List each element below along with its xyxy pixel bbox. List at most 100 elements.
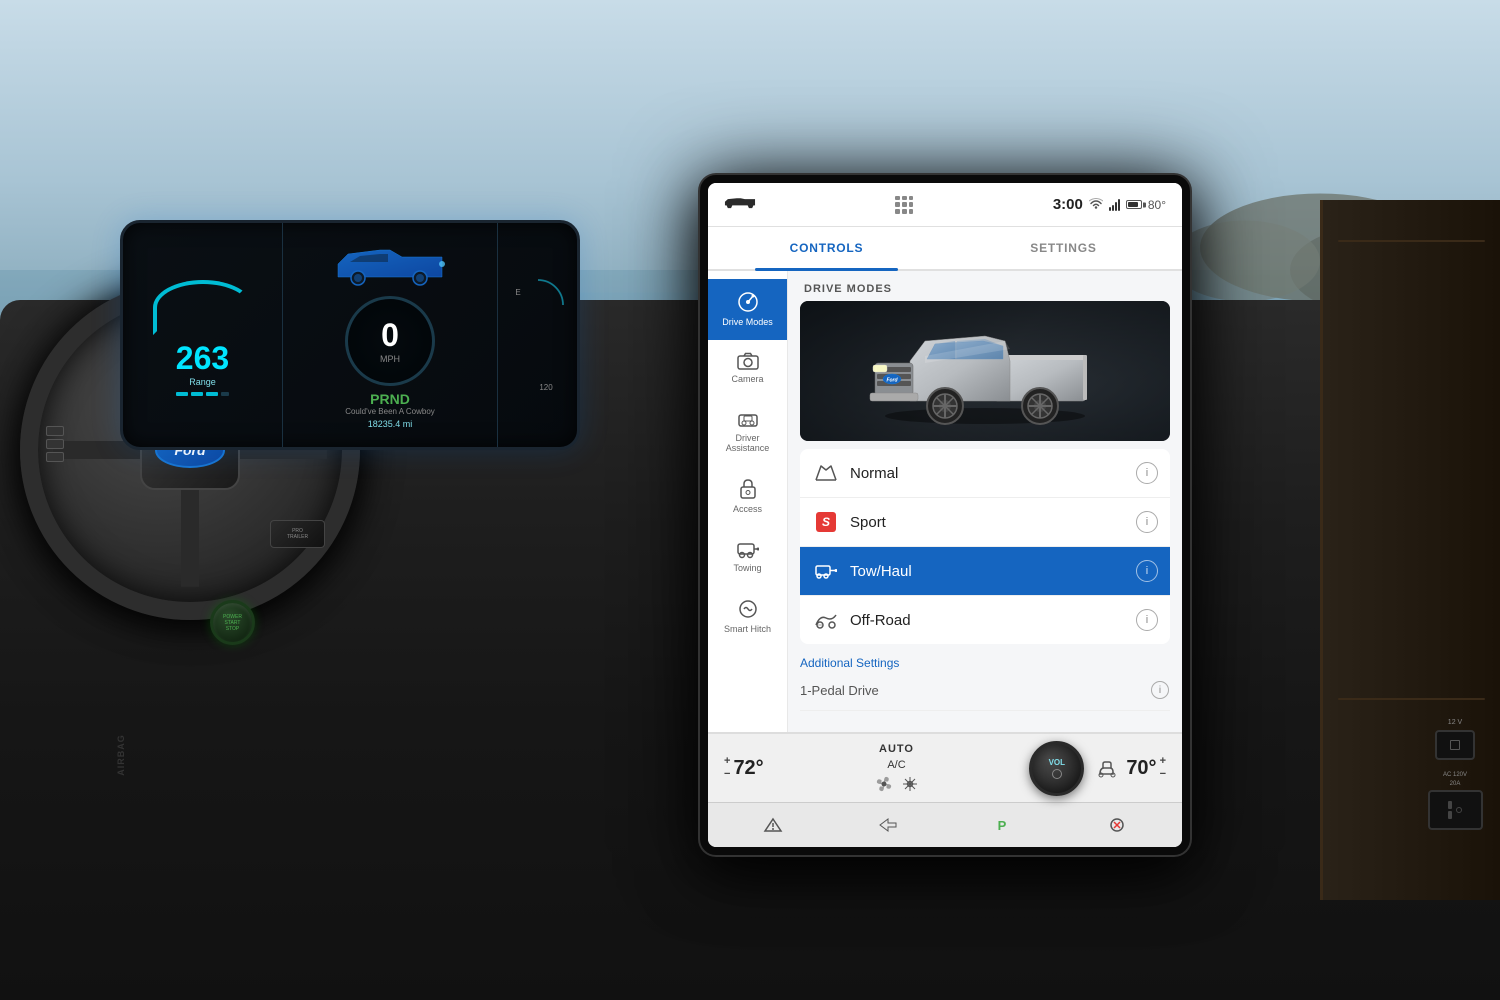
auto-label: AUTO — [879, 743, 914, 755]
signal-bars — [1109, 199, 1120, 211]
normal-info-button[interactable]: i — [1136, 462, 1158, 484]
off-road-mode-icon-area — [812, 611, 840, 629]
tab-controls[interactable]: CONTROLS — [708, 227, 945, 269]
park-icon: P — [992, 817, 1012, 833]
svg-text:120: 120 — [539, 383, 553, 392]
left-temp-minus-button[interactable]: − — [724, 769, 730, 780]
defrost-icon[interactable] — [901, 775, 919, 793]
battery-arc — [153, 280, 253, 335]
off-road-mode-label: Off-Road — [850, 612, 1136, 629]
right-temp-minus-button[interactable]: − — [1160, 769, 1166, 780]
range-number: 263 — [176, 340, 229, 377]
normal-road-icon — [815, 465, 837, 481]
speed-value: 0 — [381, 317, 399, 354]
bottom-icon-4[interactable] — [1107, 817, 1127, 833]
right-temperature-display: 70° — [1126, 757, 1156, 780]
left-temp-plus-button[interactable]: + — [724, 756, 730, 767]
towing-icon — [737, 539, 759, 559]
access-icon — [739, 478, 757, 500]
camera-icon — [737, 352, 759, 370]
towing-label: Towing — [733, 563, 761, 574]
tow-haul-info-button[interactable]: i — [1136, 560, 1158, 582]
sport-mode-label: Sport — [850, 514, 1136, 531]
additional-settings-title[interactable]: Additional Settings — [800, 656, 1170, 670]
hazard-icon — [763, 817, 783, 833]
tab-settings[interactable]: SETTINGS — [945, 227, 1182, 269]
content-area: Drive Modes Camera — [708, 271, 1182, 732]
right-climate-area: 70° + − — [1096, 756, 1166, 780]
power-outlet-area: 12 V — [1430, 719, 1480, 760]
sidebar-item-access[interactable]: Access — [708, 466, 787, 527]
right-temp-group: 70° + − — [1126, 756, 1166, 780]
off-icon — [1107, 817, 1127, 833]
driver-assist-icon — [737, 409, 759, 429]
smart-hitch-label: Smart Hitch — [724, 624, 771, 635]
vehicle-illustration: Ford — [855, 311, 1115, 431]
seat-heat-icon[interactable] — [1096, 758, 1118, 778]
battery-status-icon — [1126, 200, 1142, 209]
status-bar: 3:00 80° — [708, 183, 1182, 227]
tow-haul-mode-icon-area — [812, 562, 840, 580]
charge-indicator — [176, 392, 229, 396]
svg-text:P: P — [998, 818, 1007, 833]
bottom-icon-2[interactable] — [878, 817, 898, 833]
one-pedal-row: 1-Pedal Drive i — [800, 670, 1170, 711]
grid-menu-icon[interactable] — [895, 196, 913, 214]
driver-assistance-label: Driver Assistance — [714, 433, 781, 455]
odometer: 18235.4 mi — [368, 419, 413, 429]
off-road-info-button[interactable]: i — [1136, 609, 1158, 631]
speed-arc-svg: 120 E — [508, 270, 568, 400]
drive-mode-normal[interactable]: Normal i — [800, 449, 1170, 498]
panel-title: DRIVE MODES — [804, 283, 1166, 295]
bottom-function-bar: P — [708, 802, 1182, 847]
sidebar-item-driver-assistance[interactable]: Driver Assistance — [708, 397, 787, 467]
cluster-center: 0 MPH PRND Could've Been A Cowboy 18235.… — [283, 242, 497, 429]
truck-graphic — [330, 242, 450, 292]
pro-trailer-button[interactable]: PROTRAILER — [270, 520, 325, 548]
left-spoke-buttons — [46, 426, 64, 462]
one-pedal-info[interactable]: i — [1150, 680, 1170, 700]
prnd-display: PRND — [370, 391, 410, 407]
sport-badge: S — [816, 512, 836, 532]
sport-info-button[interactable]: i — [1136, 511, 1158, 533]
main-panel: DRIVE MODES — [788, 271, 1182, 732]
left-temp-group: + − 72° — [724, 756, 764, 780]
normal-mode-icon-area — [812, 465, 840, 481]
bottom-icon-3[interactable]: P — [992, 817, 1012, 833]
sidebar-item-drive-modes[interactable]: Drive Modes — [708, 279, 787, 340]
tab-navigation: CONTROLS SETTINGS — [708, 227, 1182, 271]
sidebar-item-smart-hitch[interactable]: Smart Hitch — [708, 586, 787, 647]
camera-label: Camera — [731, 374, 763, 385]
tow-haul-mode-label: Tow/Haul — [850, 563, 1136, 580]
power-start-stop-button[interactable]: POWER START STOP — [210, 600, 255, 645]
panel-header: DRIVE MODES — [788, 271, 1182, 301]
ac-outlet — [1428, 790, 1483, 830]
drive-mode-off-road[interactable]: Off-Road i — [800, 596, 1170, 644]
time-display: 3:00 — [1053, 196, 1083, 213]
drive-modes-label: Drive Modes — [722, 317, 773, 328]
drive-mode-sport[interactable]: S Sport i — [800, 498, 1170, 547]
right-temp-plus-button[interactable]: + — [1160, 756, 1166, 767]
smart-hitch-icon — [737, 598, 759, 620]
sidebar-item-towing[interactable]: Towing — [708, 527, 787, 586]
climate-center: AUTO A/C — [776, 743, 1018, 793]
tablet-screen: 3:00 80° — [708, 183, 1182, 847]
left-temperature-display: 72° — [733, 757, 763, 780]
sidebar-item-camera[interactable]: Camera — [708, 340, 787, 397]
climate-control-bar: + − 72° AUTO A/C — [708, 732, 1182, 802]
additional-settings-section: Additional Settings 1-Pedal Drive i — [788, 644, 1182, 715]
vehicle-icon — [724, 196, 756, 214]
arrow-icon — [878, 817, 898, 833]
access-label: Access — [733, 504, 762, 515]
temperature-display: 80° — [1148, 198, 1166, 212]
right-temp-buttons: + − — [1160, 756, 1166, 780]
wifi-icon — [1089, 198, 1103, 212]
volume-knob[interactable]: VOL — [1029, 741, 1084, 796]
vehicle-image: Ford — [800, 301, 1170, 441]
svg-text:E: E — [515, 288, 520, 297]
speed-arc-section: 120 E — [497, 223, 577, 447]
status-bar-right: 3:00 80° — [1053, 196, 1166, 213]
drive-mode-tow-haul[interactable]: Tow/Haul i — [800, 547, 1170, 596]
fan-icon[interactable] — [875, 776, 893, 792]
bottom-icon-1[interactable] — [763, 817, 783, 833]
